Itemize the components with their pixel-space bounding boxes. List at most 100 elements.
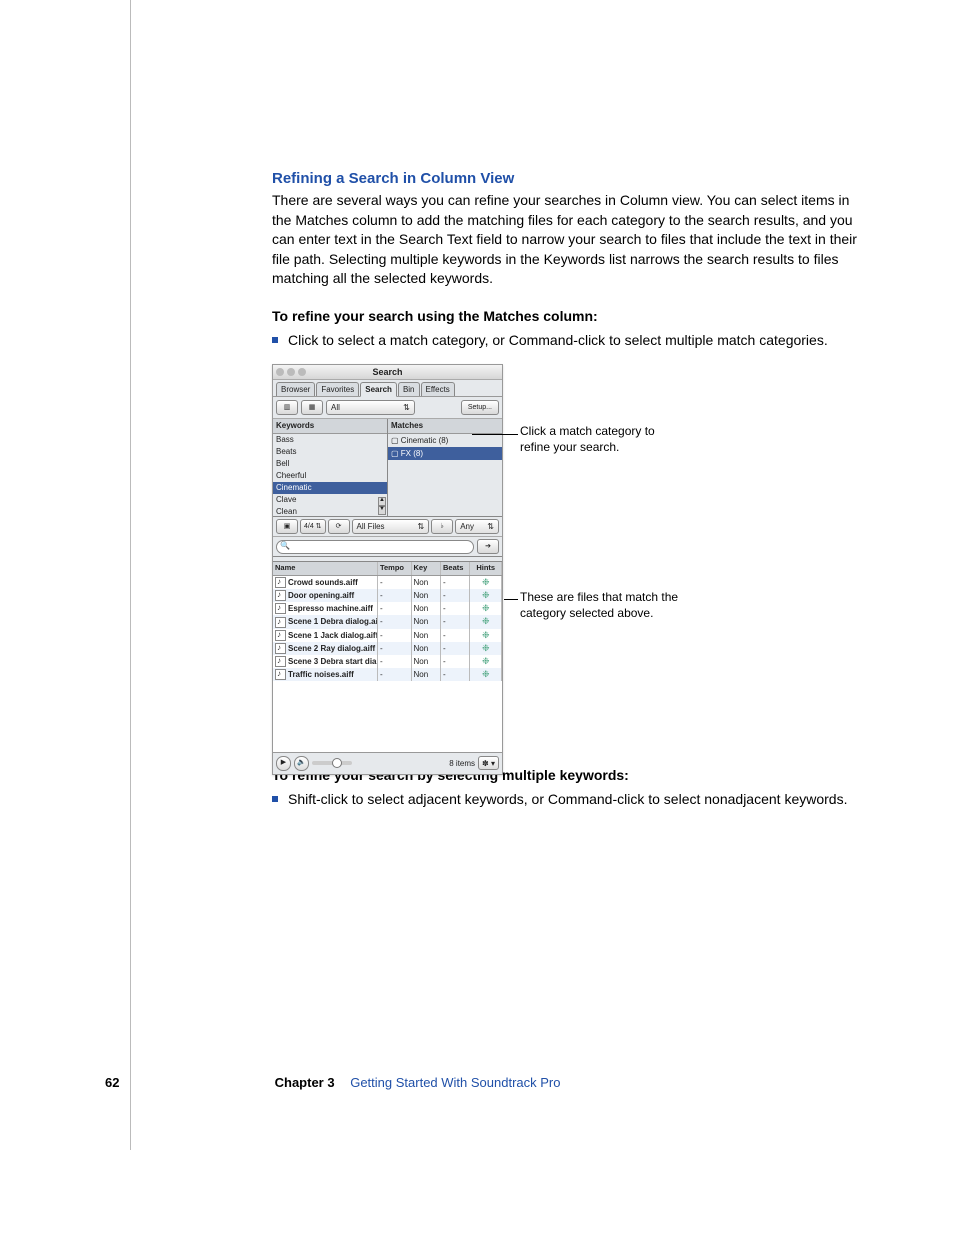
cell-hints: ❉: [470, 589, 502, 602]
file-name: Traffic noises.aiff: [288, 669, 354, 680]
tab-browser[interactable]: Browser: [276, 382, 315, 396]
filter-toggle-button[interactable]: ▣: [276, 519, 298, 534]
file-filter-label: All Files: [357, 521, 385, 532]
view-column-button[interactable]: ▥: [276, 400, 298, 415]
keywords-list[interactable]: BassBeatsBellCheerfulCinematicClaveClean…: [273, 434, 387, 517]
keyword-item[interactable]: Bass: [273, 434, 387, 446]
results-header-cell[interactable]: Hints: [470, 562, 502, 575]
cell-tempo: -: [378, 668, 412, 681]
file-name: Espresso machine.aiff: [288, 603, 373, 614]
time-sig-select[interactable]: 4/4 ⇅: [300, 519, 326, 534]
scale-button[interactable]: ♭: [431, 519, 453, 534]
left-margin-rule: [130, 0, 131, 1150]
volume-slider[interactable]: [312, 761, 352, 765]
window-traffic-lights: [276, 368, 306, 376]
matches-header: Matches: [388, 419, 502, 433]
keyword-item[interactable]: Beats: [273, 446, 387, 458]
annotation-leader-line: [504, 599, 518, 600]
results-header-cell[interactable]: Name: [273, 562, 378, 575]
matches-list[interactable]: ▢ Cinematic (8)▢ FX (8): [388, 434, 502, 517]
file-name: Door opening.aiff: [288, 590, 354, 601]
scroll-arrows[interactable]: ▲▼: [378, 497, 386, 515]
action-menu-button[interactable]: ✽ ▾: [478, 756, 499, 770]
cell-hints: ❉: [470, 642, 502, 655]
search-input[interactable]: [276, 540, 474, 554]
search-go-button[interactable]: ➔: [477, 539, 499, 554]
keywords-column: Keywords BassBeatsBellCheerfulCinematicC…: [273, 419, 388, 516]
cell-hints: ❉: [470, 576, 502, 589]
file-icon: [275, 590, 286, 601]
cell-beats: -: [441, 629, 470, 642]
window-titlebar: Search: [273, 365, 502, 380]
cell-beats: -: [441, 655, 470, 668]
cell-key: Non: [412, 576, 441, 589]
match-item[interactable]: ▢ FX (8): [388, 447, 502, 460]
results-row[interactable]: Crowd sounds.aiff-Non-❉: [273, 576, 502, 589]
category-dropdown[interactable]: All ⇅: [326, 400, 415, 415]
results-list[interactable]: Crowd sounds.aiff-Non-❉Door opening.aiff…: [273, 576, 502, 752]
cell-tempo: -: [378, 576, 412, 589]
file-name: Scene 1 Jack dialog.aiff: [288, 630, 378, 641]
setup-button[interactable]: Setup...: [461, 400, 499, 415]
file-name: Crowd sounds.aiff: [288, 577, 358, 588]
cell-key: Non: [412, 602, 441, 615]
chapter-label: Chapter 3: [275, 1075, 335, 1090]
cell-key: Non: [412, 655, 441, 668]
keyword-item[interactable]: Cinematic: [273, 482, 387, 494]
results-header-cell[interactable]: Tempo: [378, 562, 412, 575]
hint-icon: ❉: [482, 656, 490, 666]
results-row[interactable]: Door opening.aiff-Non-❉: [273, 589, 502, 602]
cell-key: Non: [412, 589, 441, 602]
cell-tempo: -: [378, 642, 412, 655]
columns-split: Keywords BassBeatsBellCheerfulCinematicC…: [273, 419, 502, 517]
panel-tabs: BrowserFavoritesSearchBinEffects: [273, 380, 502, 397]
intro-paragraph: There are several ways you can refine yo…: [272, 191, 862, 289]
results-row[interactable]: Scene 1 Debra dialog.aiff-Non-❉: [273, 615, 502, 628]
results-header: NameTempoKeyBeatsHints: [273, 562, 502, 576]
keyword-item[interactable]: Clean: [273, 506, 387, 517]
cell-tempo: -: [378, 629, 412, 642]
keyword-item[interactable]: Clave: [273, 494, 387, 506]
file-icon: [275, 669, 286, 680]
results-header-cell[interactable]: Beats: [441, 562, 470, 575]
cell-hints: ❉: [470, 668, 502, 681]
match-item[interactable]: ▢ Cinematic (8): [388, 434, 502, 447]
keyword-item[interactable]: Bell: [273, 458, 387, 470]
results-row[interactable]: Scene 1 Jack dialog.aiff-Non-❉: [273, 629, 502, 642]
annotation-1: Click a match category to refine your se…: [520, 423, 680, 455]
play-button[interactable]: ▶: [276, 756, 291, 771]
search-row: ➔: [273, 537, 502, 557]
tab-search[interactable]: Search: [360, 382, 397, 397]
cell-beats: -: [441, 576, 470, 589]
file-name: Scene 3 Debra start dialog.aiff: [288, 656, 378, 667]
tab-effects[interactable]: Effects: [421, 382, 455, 396]
results-row[interactable]: Scene 2 Ray dialog.aiff-Non-❉: [273, 642, 502, 655]
cell-tempo: -: [378, 589, 412, 602]
cell-key: Non: [412, 642, 441, 655]
loop-toggle-button[interactable]: ⟳: [328, 519, 350, 534]
tab-bin[interactable]: Bin: [398, 382, 420, 396]
hint-icon: ❉: [482, 590, 490, 600]
speaker-button[interactable]: 🔈: [294, 756, 309, 771]
any-dropdown[interactable]: Any⇅: [455, 519, 499, 534]
bullet-item: Shift-click to select adjacent keywords,…: [272, 790, 862, 810]
file-icon: [275, 617, 286, 628]
match-label: Cinematic (8): [401, 436, 449, 445]
results-row[interactable]: Espresso machine.aiff-Non-❉: [273, 602, 502, 615]
content-area: Refining a Search in Column View There a…: [272, 168, 862, 823]
tab-favorites[interactable]: Favorites: [316, 382, 359, 396]
time-sig-label: 4/4: [304, 522, 314, 532]
file-filter-dropdown[interactable]: All Files⇅: [352, 519, 430, 534]
results-row[interactable]: Traffic noises.aiff-Non-❉: [273, 668, 502, 681]
match-icon: ▢: [391, 436, 401, 445]
results-row[interactable]: Scene 3 Debra start dialog.aiff-Non-❉: [273, 655, 502, 668]
view-button-button[interactable]: ▦: [301, 400, 323, 415]
category-dropdown-label: All: [331, 402, 340, 413]
results-header-cell[interactable]: Key: [412, 562, 441, 575]
keyword-item[interactable]: Cheerful: [273, 470, 387, 482]
annotation-leader-line: [472, 434, 518, 435]
subhead-matches: To refine your search using the Matches …: [272, 307, 862, 327]
cell-hints: ❉: [470, 615, 502, 628]
cell-tempo: -: [378, 615, 412, 628]
filter-row: ▣ 4/4 ⇅ ⟳ All Files⇅ ♭ Any⇅: [273, 517, 502, 537]
